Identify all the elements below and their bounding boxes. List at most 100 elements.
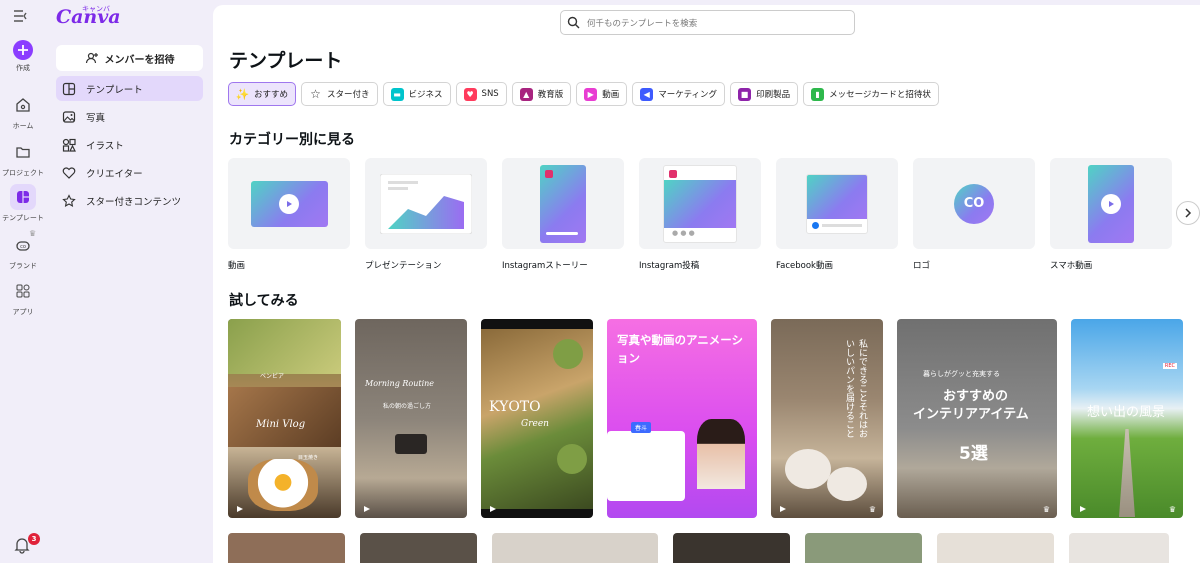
chip-video[interactable]: ▶ 動画 <box>576 82 628 106</box>
apps-grid-icon <box>10 278 36 304</box>
rail-apps[interactable]: アプリ <box>0 278 46 317</box>
chip-print[interactable]: ■ 印刷製品 <box>730 82 799 106</box>
rail-brand[interactable]: ♛ co ブランド <box>0 229 46 271</box>
sidebar-item-illustrations[interactable]: イラスト <box>56 132 203 157</box>
category-label: Instagram投稿 <box>639 261 700 271</box>
home-icon <box>10 92 36 118</box>
chip-label: マーケティング <box>658 90 718 100</box>
category-instagram-post[interactable]: ● ● ● Instagram投稿 <box>639 158 761 271</box>
category-thumbnail <box>776 158 898 249</box>
rail-projects[interactable]: プロジェクト <box>0 139 46 178</box>
sidebar-item-creators[interactable]: クリエイター <box>56 160 203 185</box>
template-card-landscape[interactable]: REC 想い出の風景 ♛ <box>1071 319 1183 518</box>
template-thumbnail[interactable] <box>937 533 1054 563</box>
category-logo[interactable]: CO ロゴ <box>913 158 1035 271</box>
folder-icon <box>10 139 36 165</box>
template-search-bar[interactable]: 何千ものテンプレートを検索 <box>560 10 855 35</box>
chip-label: スター付き <box>327 90 370 100</box>
rail-templates[interactable]: テンプレート <box>0 184 46 223</box>
template-card-morning-routine[interactable]: Morning Routine 私の朝の過ごし方 <box>355 319 467 518</box>
chip-sns[interactable]: ♥ SNS <box>455 82 507 106</box>
star-icon: ☆ <box>310 87 321 101</box>
template-card-bread[interactable]: 私にできることそれはおいしいパンを届けること ♛ <box>771 319 883 518</box>
video-icon <box>777 504 789 513</box>
category-instagram-story[interactable]: Instagramストーリー <box>502 158 624 271</box>
instagram-icon <box>545 169 553 178</box>
invite-members-button[interactable]: メンバーを招待 <box>56 45 203 71</box>
template-card-interior[interactable]: 暮らしがグッと充実する おすすめの インテリアアイテム 5選 ♛ <box>897 319 1057 518</box>
category-label: Facebook動画 <box>776 261 833 271</box>
rail-home[interactable]: ホーム <box>0 92 46 131</box>
chip-business[interactable]: ▬ ビジネス <box>382 82 451 106</box>
template-thumbnail[interactable] <box>673 533 790 563</box>
chip-marketing[interactable]: ◀ マーケティング <box>632 82 726 106</box>
printer-icon: ■ <box>738 87 752 101</box>
chip-cards-invitations[interactable]: ▮ メッセージカードと招待状 <box>803 82 939 106</box>
crown-icon: ♛ <box>1168 505 1176 514</box>
collapse-menu-icon[interactable] <box>13 9 33 27</box>
next-row-thumbnails <box>228 533 1169 563</box>
page-title: テンプレート <box>229 50 343 72</box>
sidebar-item-starred[interactable]: スター付きコンテンツ <box>56 188 203 213</box>
rail-brand-label: ブランド <box>9 262 37 270</box>
template-thumbnail[interactable] <box>805 533 922 563</box>
try-carousel: ベンビア Mini Vlog 目玉焼き Morning Routine 私の朝の… <box>228 319 1183 518</box>
sidebar-item-photos[interactable]: 写真 <box>56 104 203 129</box>
template-card-kyoto[interactable]: KYOTO Green <box>481 319 593 518</box>
heart-icon: ♥ <box>463 87 477 101</box>
category-presentation[interactable]: プレゼンテーション <box>365 158 487 271</box>
template-thumbnail[interactable] <box>228 533 345 563</box>
template-icon <box>10 184 36 210</box>
category-thumbnail <box>502 158 624 249</box>
template-card-vlog[interactable]: ベンビア Mini Vlog 目玉焼き <box>228 319 341 518</box>
sparkle-icon: ✨ <box>235 87 250 101</box>
chip-label: おすすめ <box>254 90 289 100</box>
category-thumbnail <box>1050 158 1172 249</box>
card-text: インテリアアイテム <box>913 407 1029 422</box>
card-text: KYOTO <box>489 399 541 415</box>
sidebar-item-label: スター付きコンテンツ <box>86 196 182 208</box>
megaphone-icon: ◀ <box>640 87 654 101</box>
mobile-thumb-shape <box>1088 164 1134 243</box>
post-thumb-shape: ● ● ● <box>663 164 737 243</box>
search-input[interactable]: 何千ものテンプレートを検索 <box>587 17 697 29</box>
card-icon: ▮ <box>811 87 825 101</box>
category-label: ロゴ <box>913 261 931 271</box>
category-facebook-video[interactable]: Facebook動画 <box>776 158 898 271</box>
category-label: スマホ動画 <box>1050 261 1093 271</box>
chip-recommended[interactable]: ✨ おすすめ <box>228 82 297 106</box>
template-thumbnail[interactable] <box>492 533 658 563</box>
chip-label: 教育版 <box>537 90 564 100</box>
rail-create-label: 作成 <box>16 64 30 72</box>
category-mobile-video[interactable]: スマホ動画 <box>1050 158 1172 271</box>
rail-create[interactable]: 作成 <box>0 40 46 73</box>
play-icon <box>1101 193 1121 214</box>
heart-icon <box>62 166 76 179</box>
crown-icon: ♛ <box>29 229 37 238</box>
chip-label: ビジネス <box>408 90 443 100</box>
rail-projects-label: プロジェクト <box>2 169 44 177</box>
chip-starred[interactable]: ☆ スター付き <box>301 82 378 106</box>
video-icon <box>234 504 246 513</box>
template-thumbnail[interactable] <box>1069 533 1169 563</box>
sidebar-item-templates[interactable]: テンプレート <box>56 76 203 101</box>
sidebar-nav: テンプレート 写真 イラスト クリエイター スター付きコンテンツ <box>56 76 203 216</box>
play-icon <box>279 193 299 214</box>
chip-education[interactable]: ▲ 教育版 <box>511 82 572 106</box>
card-text: Green <box>521 419 549 429</box>
template-card-animation[interactable]: 写真や動画のアニメーション 春斗 <box>607 319 757 518</box>
category-thumbnail <box>228 158 350 249</box>
rail-home-label: ホーム <box>12 122 34 130</box>
category-thumbnail: CO <box>913 158 1035 249</box>
sidebar-item-label: クリエイター <box>86 168 143 180</box>
template-thumbnail[interactable] <box>360 533 477 563</box>
search-icon <box>567 16 580 29</box>
category-video[interactable]: 動画 <box>228 158 350 271</box>
card-text: 私の朝の過ごし方 <box>383 403 432 410</box>
card-text: おすすめの <box>943 389 1009 404</box>
category-chips: ✨ おすすめ ☆ スター付き ▬ ビジネス ♥ SNS ▲ 教育版 ▶ 動画 ◀… <box>228 82 939 106</box>
carousel-next-button[interactable] <box>1176 201 1200 225</box>
category-label: 動画 <box>228 261 246 271</box>
card-text: 春斗 <box>631 422 652 433</box>
category-label: Instagramストーリー <box>502 261 588 271</box>
